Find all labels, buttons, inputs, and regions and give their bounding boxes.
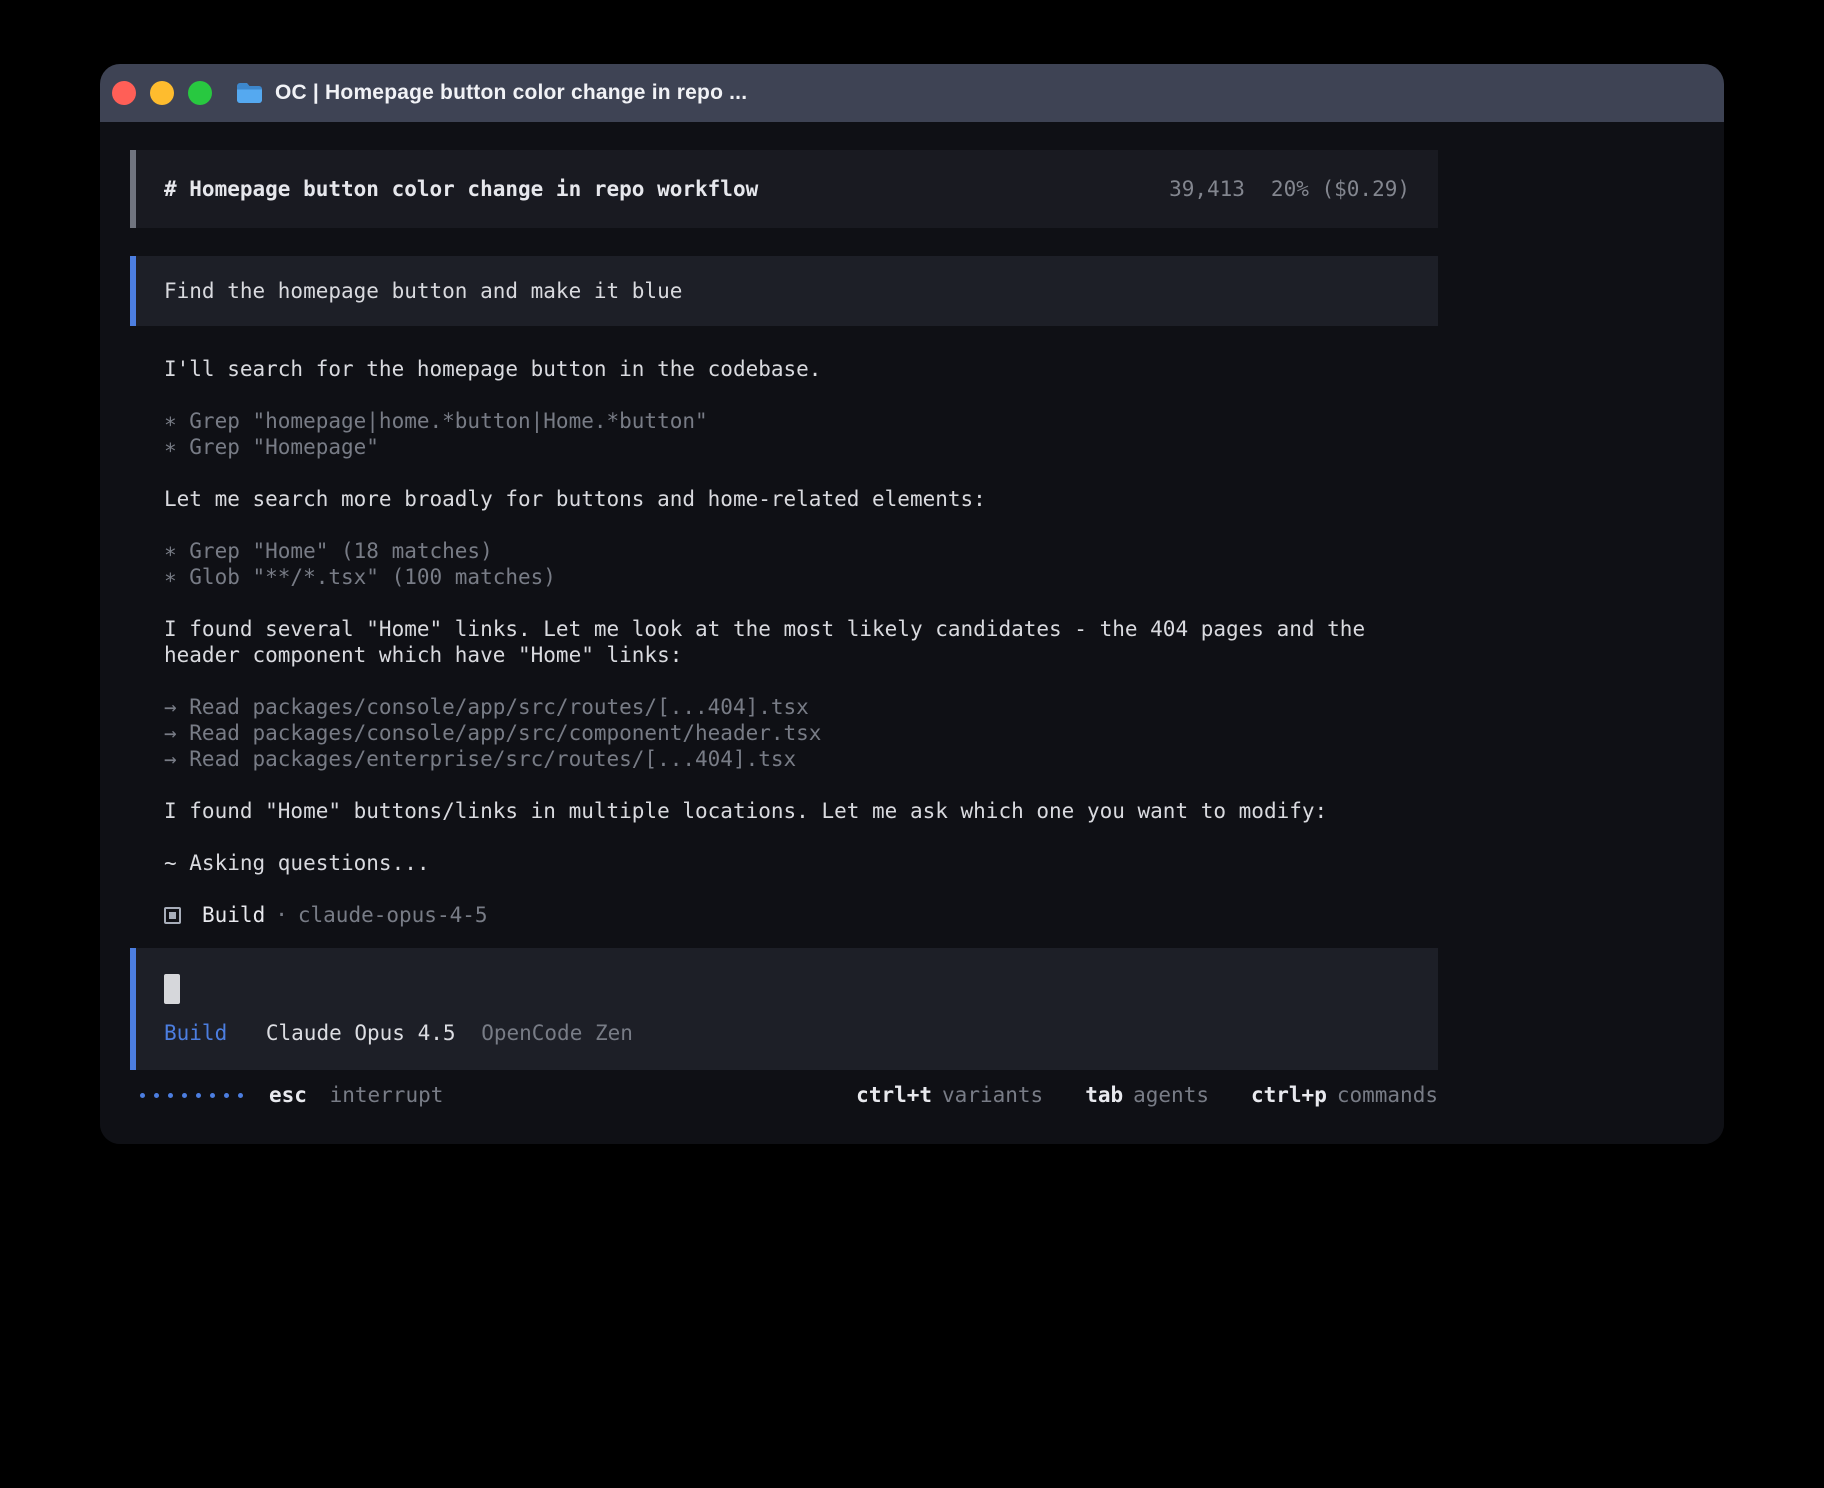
keybind-tab: tab agents (1085, 1082, 1209, 1108)
input-meta: Build Claude Opus 4.5 OpenCode Zen (164, 1020, 1410, 1046)
transcript-line: I'll search for the homepage button in t… (164, 356, 1438, 382)
transcript-line: → Read packages/console/app/src/routes/[… (164, 694, 1438, 720)
spinner-dot (210, 1093, 215, 1098)
agent-model: claude-opus-4-5 (298, 902, 488, 928)
keybind-label: variants (942, 1083, 1043, 1107)
tool-call-group: → Read packages/console/app/src/routes/[… (164, 694, 1438, 772)
keybind-esc-key: esc (269, 1083, 307, 1107)
transcript-line: ∗ Grep "Homepage" (164, 434, 1438, 460)
keybind-label: agents (1133, 1083, 1209, 1107)
folder-icon (236, 82, 263, 104)
transcript-line: I found "Home" buttons/links in multiple… (164, 798, 1438, 824)
terminal-window: OC | Homepage button color change in rep… (100, 64, 1724, 1144)
mode-label[interactable]: Build (164, 1021, 227, 1045)
spinner-dot (238, 1093, 243, 1098)
tool-call-group: ∗ Grep "Home" (18 matches)∗ Glob "**/*.t… (164, 538, 1438, 590)
user-message: Find the homepage button and make it blu… (130, 256, 1438, 326)
provider-label: OpenCode Zen (481, 1021, 633, 1045)
agent-separator: · (275, 902, 288, 928)
session-title: # Homepage button color change in repo w… (164, 176, 758, 202)
assistant-text: ~ Asking questions... (164, 850, 1438, 876)
window-title: OC | Homepage button color change in rep… (275, 81, 747, 105)
keybind-esc-label: interrupt (330, 1083, 444, 1107)
transcript-line: → Read packages/enterprise/src/routes/[.… (164, 746, 1438, 772)
keybind-key: ctrl+t (856, 1083, 932, 1107)
spinner-dot (168, 1093, 173, 1098)
transcript-line: ∗ Glob "**/*.tsx" (100 matches) (164, 564, 1438, 590)
status-bar: esc interrupt ctrl+tvariantstabagentsctr… (130, 1082, 1438, 1108)
transcript: I'll search for the homepage button in t… (130, 326, 1438, 876)
spinner-dot (182, 1093, 187, 1098)
window-titlebar[interactable]: OC | Homepage button color change in rep… (100, 64, 1724, 122)
transcript-line: → Read packages/console/app/src/componen… (164, 720, 1438, 746)
user-message-text: Find the homepage button and make it blu… (164, 278, 682, 304)
transcript-line: I found several "Home" links. Let me loo… (164, 616, 1438, 668)
transcript-line: ∗ Grep "Home" (18 matches) (164, 538, 1438, 564)
session-stats: 39,413 20% ($0.29) (1169, 176, 1410, 202)
spinner-dot (196, 1093, 201, 1098)
assistant-text: I'll search for the homepage button in t… (164, 356, 1438, 382)
assistant-text: I found several "Home" links. Let me loo… (164, 616, 1438, 668)
session-header: # Homepage button color change in repo w… (130, 150, 1438, 228)
spinner-dot (224, 1093, 229, 1098)
zoom-button[interactable] (188, 81, 212, 105)
tool-call-group: ∗ Grep "homepage|home.*button|Home.*butt… (164, 408, 1438, 460)
context-usage: 20% ($0.29) (1271, 176, 1410, 202)
transcript-line: ~ Asking questions... (164, 850, 1438, 876)
close-button[interactable] (112, 81, 136, 105)
keybind-hints: ctrl+t variants tab agents ctrl+p commands (856, 1082, 1438, 1108)
agent-name: Build (202, 902, 265, 928)
window-controls (112, 81, 212, 105)
agent-badge: Build · claude-opus-4-5 (164, 902, 1724, 928)
terminal-content: # Homepage button color change in repo w… (100, 122, 1724, 1144)
prompt-input[interactable]: Build Claude Opus 4.5 OpenCode Zen (130, 948, 1438, 1070)
text-cursor (164, 974, 180, 1004)
spinner-dot (140, 1093, 145, 1098)
keybind-ctrl-p: ctrl+p commands (1251, 1082, 1438, 1108)
assistant-text: I found "Home" buttons/links in multiple… (164, 798, 1438, 824)
keybind-key: tab (1085, 1083, 1123, 1107)
keybind-esc: esc interrupt (269, 1082, 443, 1108)
keybind-key: ctrl+p (1251, 1083, 1327, 1107)
minimize-button[interactable] (150, 81, 174, 105)
transcript-line: Let me search more broadly for buttons a… (164, 486, 1438, 512)
keybind-label: commands (1337, 1083, 1438, 1107)
assistant-text: Let me search more broadly for buttons a… (164, 486, 1438, 512)
transcript-line: ∗ Grep "homepage|home.*button|Home.*butt… (164, 408, 1438, 434)
spinner-dots (140, 1093, 243, 1098)
build-agent-icon (164, 907, 181, 924)
keybind-ctrl-t: ctrl+t variants (856, 1082, 1043, 1108)
model-label[interactable]: Claude Opus 4.5 (266, 1021, 456, 1045)
token-count: 39,413 (1169, 176, 1245, 202)
spinner-dot (154, 1093, 159, 1098)
